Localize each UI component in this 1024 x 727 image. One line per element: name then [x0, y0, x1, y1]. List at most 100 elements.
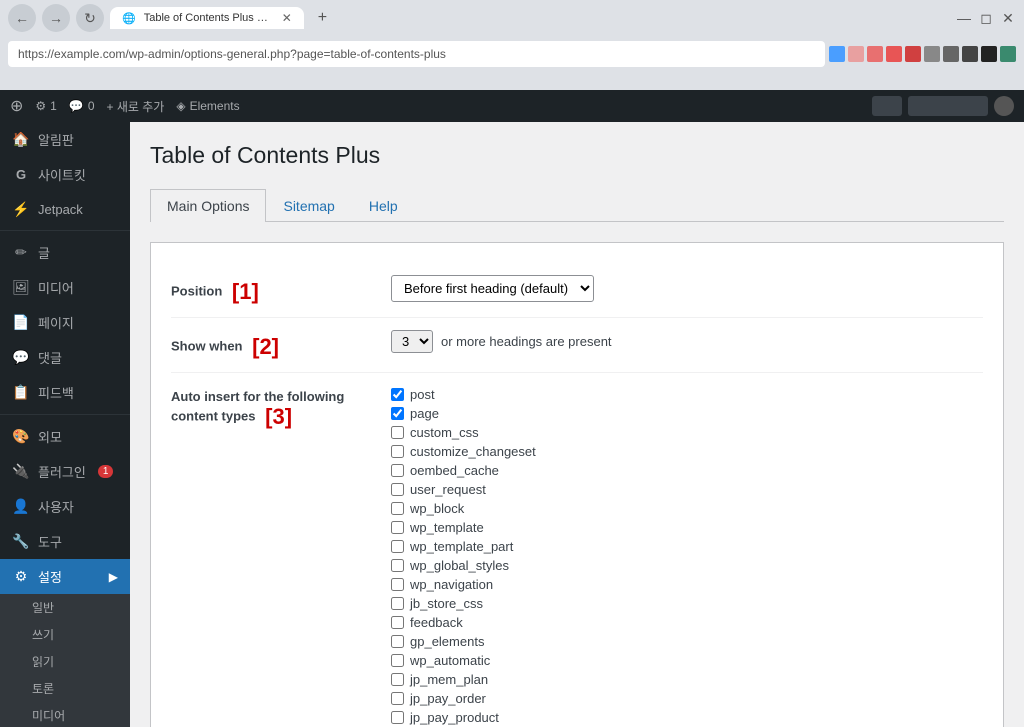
address-bar[interactable] — [8, 41, 825, 67]
content-type-checkbox-wp_template[interactable] — [391, 521, 404, 534]
toolbar-elements[interactable]: ◈ Elements — [176, 99, 239, 113]
maximize-button[interactable]: ◻ — [978, 10, 994, 26]
minimize-button[interactable]: — — [956, 10, 972, 26]
submenu-writing[interactable]: 쓰기 — [0, 621, 130, 648]
toolbar-counter1[interactable]: ⚙ 1 — [35, 99, 56, 113]
sidebar-item-tools[interactable]: 🔧 도구 — [0, 524, 130, 559]
submenu-media[interactable]: 미디어 — [0, 702, 130, 727]
tab-sitemap[interactable]: Sitemap — [266, 189, 351, 222]
list-item: wp_block — [391, 499, 983, 518]
sidebar-item-media[interactable]: 🖼 미디어 — [0, 270, 130, 305]
color-swatches — [829, 46, 1016, 62]
toolbar-counter2[interactable]: 💬 0 — [69, 99, 95, 113]
page-title: Table of Contents Plus — [150, 142, 1004, 169]
submenu-reading[interactable]: 읽기 — [0, 648, 130, 675]
toolbar-right — [872, 96, 1014, 116]
list-item: oembed_cache — [391, 461, 983, 480]
settings-form: Position [1] Before first heading (defau… — [150, 242, 1004, 727]
list-item: custom_css — [391, 423, 983, 442]
submenu-general[interactable]: 일반 — [0, 594, 130, 621]
content-type-checkbox-wp_automatic[interactable] — [391, 654, 404, 667]
sidebar-item-pages[interactable]: 📄 페이지 — [0, 305, 130, 340]
plugins-icon: 🔌 — [12, 463, 30, 481]
dashboard-icon: 🏠 — [12, 131, 30, 149]
wp-sidebar: 🏠 알림판 G 사이트킷 ⚡ Jetpack ✏ 글 🖼 미디어 📄 — [0, 122, 130, 727]
position-select[interactable]: Before first heading (default) After fir… — [391, 275, 594, 302]
sidebar-label-media: 미디어 — [38, 278, 74, 297]
content-type-checkbox-page[interactable] — [391, 407, 404, 420]
content-type-checkbox-gp_elements[interactable] — [391, 635, 404, 648]
content-type-checkbox-jp_mem_plan[interactable] — [391, 673, 404, 686]
wp-logo-icon: ⊕ — [10, 96, 23, 116]
content-type-label-wp_template: wp_template — [410, 520, 484, 535]
content-type-checkbox-jb_store_css[interactable] — [391, 597, 404, 610]
content-type-label-wp_navigation: wp_navigation — [410, 577, 493, 592]
pages-icon: 📄 — [12, 314, 30, 332]
list-item: wp_template — [391, 518, 983, 537]
new-tab-button[interactable]: + — [310, 5, 335, 31]
browser-chrome: ← → ↻ 🌐 Table of Contents Plus — WordPre… — [0, 0, 1024, 90]
toolbar-wp-logo[interactable]: ⊕ — [10, 96, 23, 116]
show-when-row: Show when [2] 3 2 4 or more headings are… — [171, 318, 983, 373]
sidebar-item-settings[interactable]: ⚙ 설정 ▶ — [0, 559, 130, 594]
sidebar-item-appearance[interactable]: 🎨 외모 — [0, 419, 130, 454]
forward-button[interactable]: → — [42, 4, 70, 32]
content-type-label-feedback: feedback — [410, 615, 463, 630]
tab-title: Table of Contents Plus — WordPress — [144, 12, 274, 24]
content-type-checkbox-wp_block[interactable] — [391, 502, 404, 515]
content-type-checkbox-jp_pay_product[interactable] — [391, 711, 404, 724]
content-type-checkbox-feedback[interactable] — [391, 616, 404, 629]
content-type-checkbox-wp_global_styles[interactable] — [391, 559, 404, 572]
sidebar-item-users[interactable]: 👤 사용자 — [0, 489, 130, 524]
list-item: wp_global_styles — [391, 556, 983, 575]
sidebar-item-jetpack[interactable]: ⚡ Jetpack — [0, 192, 130, 226]
content-type-checkbox-customize_changeset[interactable] — [391, 445, 404, 458]
content-type-label-jp_pay_product: jp_pay_product — [410, 710, 499, 725]
show-when-count-select[interactable]: 3 2 4 — [391, 330, 433, 353]
tab-close-button[interactable]: ✕ — [282, 11, 292, 25]
content-type-checkbox-custom_css[interactable] — [391, 426, 404, 439]
counter1-value: 1 — [50, 99, 57, 113]
list-item: page — [391, 404, 983, 423]
toolbar-toggle — [872, 96, 902, 116]
content-type-checkbox-user_request[interactable] — [391, 483, 404, 496]
content-type-checkbox-jp_pay_order[interactable] — [391, 692, 404, 705]
media-icon: 🖼 — [12, 279, 30, 297]
content-type-label-customize_changeset: customize_changeset — [410, 444, 536, 459]
settings-icon: ⚙ — [12, 568, 30, 586]
tab-favicon: 🌐 — [122, 12, 136, 25]
sidebar-item-sitekit[interactable]: G 사이트킷 — [0, 157, 130, 192]
content-type-checkbox-wp_navigation[interactable] — [391, 578, 404, 591]
sidebar-label-pages: 페이지 — [38, 313, 74, 332]
sidebar-item-posts[interactable]: ✏ 글 — [0, 235, 130, 270]
counter2-icon: 💬 — [69, 99, 84, 113]
content-type-checkbox-oembed_cache[interactable] — [391, 464, 404, 477]
content-type-label-wp_automatic: wp_automatic — [410, 653, 490, 668]
appearance-icon: 🎨 — [12, 428, 30, 446]
wp-admin: 🏠 알림판 G 사이트킷 ⚡ Jetpack ✏ 글 🖼 미디어 📄 — [0, 122, 1024, 727]
submenu-discussion[interactable]: 토론 — [0, 675, 130, 702]
sidebar-separator-1 — [0, 230, 130, 231]
sidebar-item-dashboard[interactable]: 🏠 알림판 — [0, 122, 130, 157]
content-type-label-oembed_cache: oembed_cache — [410, 463, 499, 478]
sidebar-item-feedback[interactable]: 📋 피드백 — [0, 375, 130, 410]
sidebar-menu: 🏠 알림판 G 사이트킷 ⚡ Jetpack ✏ 글 🖼 미디어 📄 — [0, 122, 130, 594]
show-when-control: 3 2 4 or more headings are present — [391, 330, 983, 353]
refresh-button[interactable]: ↻ — [76, 4, 104, 32]
toolbar-new[interactable]: + 새로 추가 — [107, 98, 165, 115]
content-type-label-jb_store_css: jb_store_css — [410, 596, 483, 611]
back-button[interactable]: ← — [8, 4, 36, 32]
sidebar-label-posts: 글 — [38, 243, 50, 262]
sitekit-icon: G — [12, 166, 30, 184]
tab-help[interactable]: Help — [352, 189, 415, 222]
counter2-value: 0 — [88, 99, 95, 113]
sidebar-label-tools: 도구 — [38, 532, 62, 551]
sidebar-item-comments[interactable]: 💬 댓글 — [0, 340, 130, 375]
close-window-button[interactable]: ✕ — [1000, 10, 1016, 26]
sidebar-item-plugins[interactable]: 🔌 플러그인 1 — [0, 454, 130, 489]
tab-main-options[interactable]: Main Options — [150, 189, 266, 222]
posts-icon: ✏ — [12, 244, 30, 262]
content-type-checkbox-wp_template_part[interactable] — [391, 540, 404, 553]
browser-tab[interactable]: 🌐 Table of Contents Plus — WordPress ✕ — [110, 7, 304, 29]
content-type-checkbox-post[interactable] — [391, 388, 404, 401]
